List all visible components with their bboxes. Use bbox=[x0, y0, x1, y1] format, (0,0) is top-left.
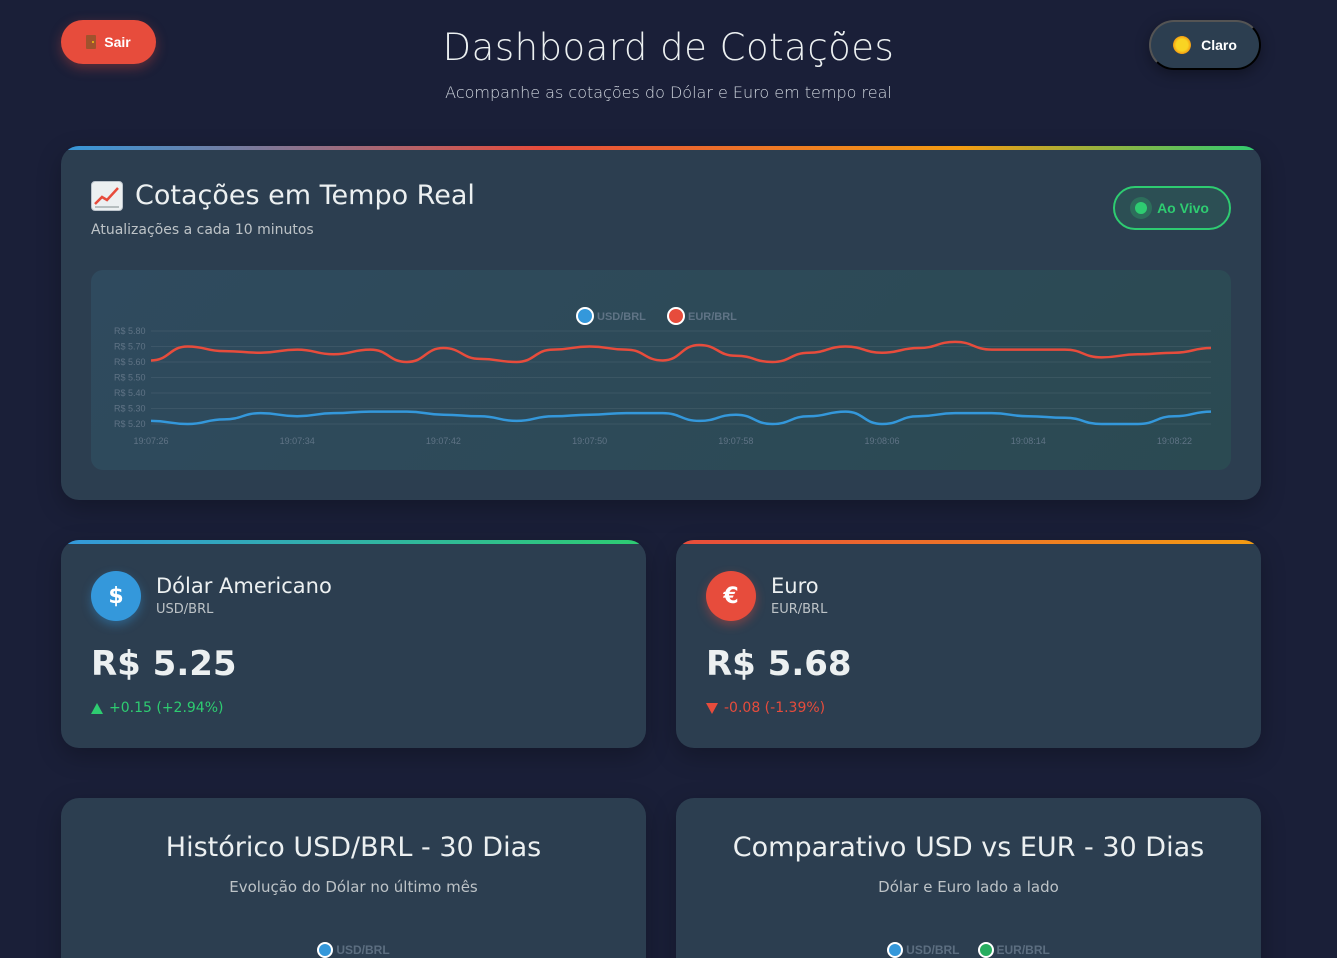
theme-label: Claro bbox=[1201, 37, 1237, 53]
x-tick-label: 19:07:26 bbox=[133, 436, 168, 446]
x-tick-label: 19:08:06 bbox=[865, 436, 900, 446]
currency-value: R$ 5.25 bbox=[91, 644, 237, 684]
arrow-down-icon bbox=[706, 702, 718, 714]
legend-swatch bbox=[317, 942, 334, 958]
legend-label: EUR/BRL bbox=[688, 311, 737, 323]
arrow-up-icon bbox=[91, 702, 103, 714]
live-label: Ao Vivo bbox=[1157, 200, 1209, 216]
legend-item[interactable]: USD/BRL bbox=[317, 942, 390, 958]
x-tick-label: 19:07:58 bbox=[718, 436, 753, 446]
currency-pair: EUR/BRL bbox=[771, 602, 828, 617]
currency-name: Dólar Americano bbox=[156, 574, 332, 598]
legend-swatch bbox=[887, 942, 904, 958]
legend-label: EUR/BRL bbox=[996, 943, 1050, 957]
legend-swatch bbox=[576, 307, 594, 325]
change-text: +0.15 (+2.94%) bbox=[109, 700, 224, 716]
x-tick-label: 19:07:50 bbox=[572, 436, 607, 446]
usd-history-card: Histórico USD/BRL - 30 Dias Evolução do … bbox=[61, 798, 646, 958]
history-subtitle: Evolução do Dólar no último mês bbox=[229, 878, 478, 896]
realtime-heading: Cotações em Tempo Real bbox=[91, 180, 475, 211]
realtime-card: Cotações em Tempo Real Atualizações a ca… bbox=[61, 146, 1261, 500]
page-title: Dashboard de Cotações bbox=[442, 26, 895, 69]
legend-label: USD/BRL bbox=[906, 943, 960, 957]
currency-pair: USD/BRL bbox=[156, 602, 214, 617]
compare-card: Comparativo USD vs EUR - 30 Dias Dólar e… bbox=[676, 798, 1261, 958]
card-accent-bar bbox=[61, 540, 646, 544]
y-tick-label: R$ 5.70 bbox=[114, 342, 146, 352]
y-tick-label: R$ 5.20 bbox=[114, 419, 146, 429]
legend-item[interactable]: EUR/BRL bbox=[977, 942, 1050, 958]
card-accent-bar bbox=[676, 540, 1261, 544]
y-tick-label: R$ 5.80 bbox=[114, 326, 146, 336]
realtime-subtitle: Atualizações a cada 10 minutos bbox=[91, 222, 314, 238]
x-tick-label: 19:08:14 bbox=[1011, 436, 1046, 446]
realtime-title: Cotações em Tempo Real bbox=[135, 180, 475, 211]
card-accent-bar bbox=[61, 146, 1261, 150]
legend-item[interactable]: USD/BRL bbox=[887, 942, 960, 958]
y-tick-label: R$ 5.30 bbox=[114, 404, 146, 414]
realtime-chart-svg: R$ 5.80 R$ 5.70 R$ 5.60 R$ 5.50 R$ 5.40 R$ 5.… bbox=[114, 307, 1212, 446]
x-tick-label: 19:07:42 bbox=[426, 436, 461, 446]
currency-value: R$ 5.68 bbox=[706, 644, 852, 684]
currency-change: +0.15 (+2.94%) bbox=[91, 700, 223, 716]
series-line-usd-brl bbox=[150, 410, 1212, 426]
live-badge: Ao Vivo bbox=[1113, 186, 1231, 230]
compare-subtitle: Dólar e Euro lado a lado bbox=[878, 878, 1059, 896]
live-indicator-dot bbox=[1135, 202, 1148, 214]
history-title: Histórico USD/BRL - 30 Dias bbox=[165, 832, 542, 863]
y-tick-label: R$ 5.60 bbox=[114, 357, 146, 367]
chart-legend: USD/BRL EUR/BRL bbox=[676, 942, 1261, 958]
compare-title: Comparativo USD vs EUR - 30 Dias bbox=[732, 832, 1205, 863]
y-tick-label: R$ 5.50 bbox=[114, 373, 146, 383]
currency-name: Euro bbox=[771, 574, 819, 598]
legend-swatch bbox=[977, 942, 994, 958]
x-tick-label: 19:07:34 bbox=[280, 436, 315, 446]
legend-label: USD/BRL bbox=[336, 943, 390, 957]
realtime-chart: R$ 5.80 R$ 5.70 R$ 5.60 R$ 5.50 R$ 5.40 R$ 5.… bbox=[91, 270, 1231, 470]
x-tick-label: 19:08:22 bbox=[1157, 436, 1192, 446]
page-header: Dashboard de Cotações Acompanhe as cotaç… bbox=[0, 26, 1337, 102]
theme-toggle-button[interactable]: Claro bbox=[1149, 20, 1261, 70]
chart-legend: USD/BRL bbox=[61, 942, 646, 958]
euro-icon: € bbox=[706, 571, 756, 621]
series-line-eur-brl bbox=[150, 340, 1212, 364]
change-text: -0.08 (-1.39%) bbox=[724, 700, 826, 716]
page-subtitle: Acompanhe as cotações do Dólar e Euro em… bbox=[445, 83, 892, 102]
currency-change: -0.08 (-1.39%) bbox=[706, 700, 825, 716]
usd-card: $ Dólar Americano USD/BRL R$ 5.25 +0.15 … bbox=[61, 540, 646, 748]
chart-increasing-icon bbox=[91, 180, 123, 211]
eur-card: € Euro EUR/BRL R$ 5.68 -0.08 (-1.39%) bbox=[676, 540, 1261, 748]
y-tick-label: R$ 5.40 bbox=[114, 388, 146, 398]
dollar-icon: $ bbox=[91, 571, 141, 621]
sun-icon bbox=[1173, 36, 1192, 54]
legend-swatch bbox=[667, 307, 685, 325]
legend-label: USD/BRL bbox=[597, 311, 646, 323]
